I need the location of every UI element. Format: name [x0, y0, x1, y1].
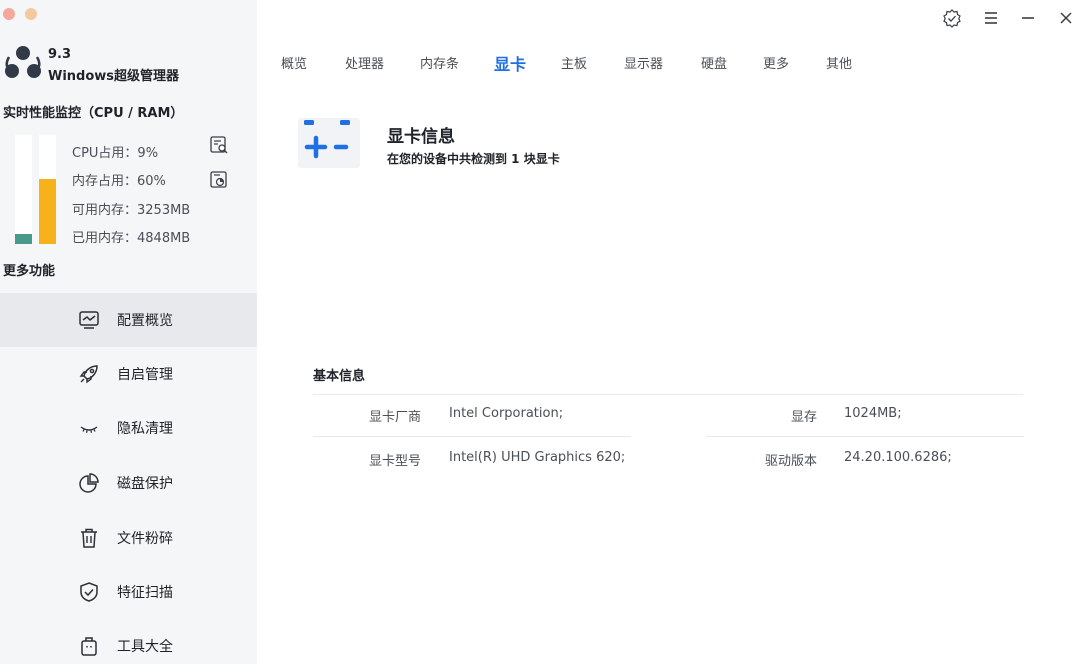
app-version: 9.3	[48, 47, 72, 62]
toolbox-icon	[81, 637, 97, 656]
tab-motherboard[interactable]: 主板	[561, 53, 587, 72]
trash-icon	[81, 528, 97, 548]
gpu-model-label: 显卡型号	[369, 454, 422, 469]
tab-more[interactable]: 更多	[763, 53, 789, 72]
sidebar-item-label: 隐私清理	[117, 421, 173, 437]
gpu-plus-minus-icon	[304, 120, 350, 159]
rocket-icon	[79, 365, 98, 384]
search-report-icon[interactable]	[209, 135, 229, 155]
tab-monitor[interactable]: 显示器	[624, 53, 663, 72]
tab-hard-disk[interactable]: 硬盘	[701, 53, 727, 72]
app-name: Windows超级管理器	[48, 69, 180, 84]
vram-value: 1024MB;	[844, 406, 902, 421]
close-window-dot[interactable]	[3, 8, 15, 20]
mem-usage-text: 内存占用：60%	[72, 174, 166, 189]
tab-memory[interactable]: 内存条	[420, 53, 459, 72]
gpu-model-value: Intel(R) UHD Graphics 620;	[449, 450, 626, 465]
chart-report-icon[interactable]	[209, 170, 229, 190]
cpu-usage-bar	[15, 135, 32, 244]
sidebar-item-label: 配置概览	[117, 313, 173, 329]
badge-check-icon[interactable]	[942, 8, 962, 28]
tab-processor[interactable]: 处理器	[345, 53, 384, 72]
sidebar-item-label: 特征扫描	[117, 585, 173, 601]
gpu-vendor-label: 显卡厂商	[369, 410, 422, 425]
used-memory-text: 已用内存：4848MB	[72, 231, 191, 246]
mem-usage-bar	[39, 135, 56, 244]
driver-version-value: 24.20.100.6286;	[844, 450, 952, 465]
more-features-title: 更多功能	[3, 264, 56, 279]
divider	[313, 436, 631, 437]
close-icon[interactable]	[1056, 8, 1076, 28]
minimize-window-dot[interactable]	[25, 8, 37, 20]
divider	[706, 436, 1024, 437]
sidebar-item-label: 自启管理	[117, 367, 173, 383]
sidebar-item-toolbox[interactable]: 工具大全	[0, 619, 257, 664]
app-logo-icon	[5, 46, 41, 78]
sidebar-item-file-shredder[interactable]: 文件粉碎	[0, 511, 257, 565]
graphics-card-icon	[298, 118, 360, 168]
tab-other[interactable]: 其他	[826, 53, 852, 72]
mem-usage-fill	[39, 178, 56, 244]
sidebar-item-privacy-clean[interactable]: 隐私清理	[0, 401, 257, 455]
shield-check-icon	[80, 582, 98, 602]
page-title: 显卡信息	[387, 127, 455, 147]
sidebar-item-config-overview[interactable]: 配置概览	[0, 293, 257, 347]
menu-icon[interactable]	[981, 8, 1001, 28]
divider	[313, 394, 1023, 395]
sidebar-item-signature-scan[interactable]: 特征扫描	[0, 565, 257, 619]
basic-info-title: 基本信息	[313, 369, 366, 384]
perf-monitor-title: 实时性能监控（CPU / RAM）	[3, 106, 184, 121]
cpu-usage-text: CPU占用：9%	[72, 146, 159, 161]
sidebar-item-label: 文件粉碎	[117, 531, 173, 547]
sidebar: 9.3 Windows超级管理器 实时性能监控（CPU / RAM） CPU占用…	[0, 0, 257, 664]
sidebar-item-label: 工具大全	[117, 639, 173, 655]
cpu-usage-fill	[15, 234, 32, 244]
sidebar-item-disk-protect[interactable]: 磁盘保护	[0, 456, 257, 510]
tab-graphics-card[interactable]: 显卡	[494, 51, 526, 75]
gpu-vendor-value: Intel Corporation;	[449, 406, 564, 421]
pie-chart-icon	[79, 473, 99, 493]
sidebar-item-startup-manager[interactable]: 自启管理	[0, 347, 257, 401]
vram-label: 显存	[791, 410, 818, 425]
driver-version-label: 驱动版本	[765, 454, 818, 469]
window-controls	[3, 8, 37, 20]
gpu-count-text: 在您的设备中共检测到 1 块显卡	[387, 152, 560, 166]
sidebar-item-label: 磁盘保护	[117, 476, 173, 492]
available-memory-text: 可用内存：3253MB	[72, 203, 191, 218]
minimize-icon[interactable]	[1018, 8, 1038, 28]
monitor-chart-icon	[79, 311, 99, 329]
closed-eye-icon	[80, 426, 98, 433]
tab-overview[interactable]: 概览	[281, 53, 307, 72]
